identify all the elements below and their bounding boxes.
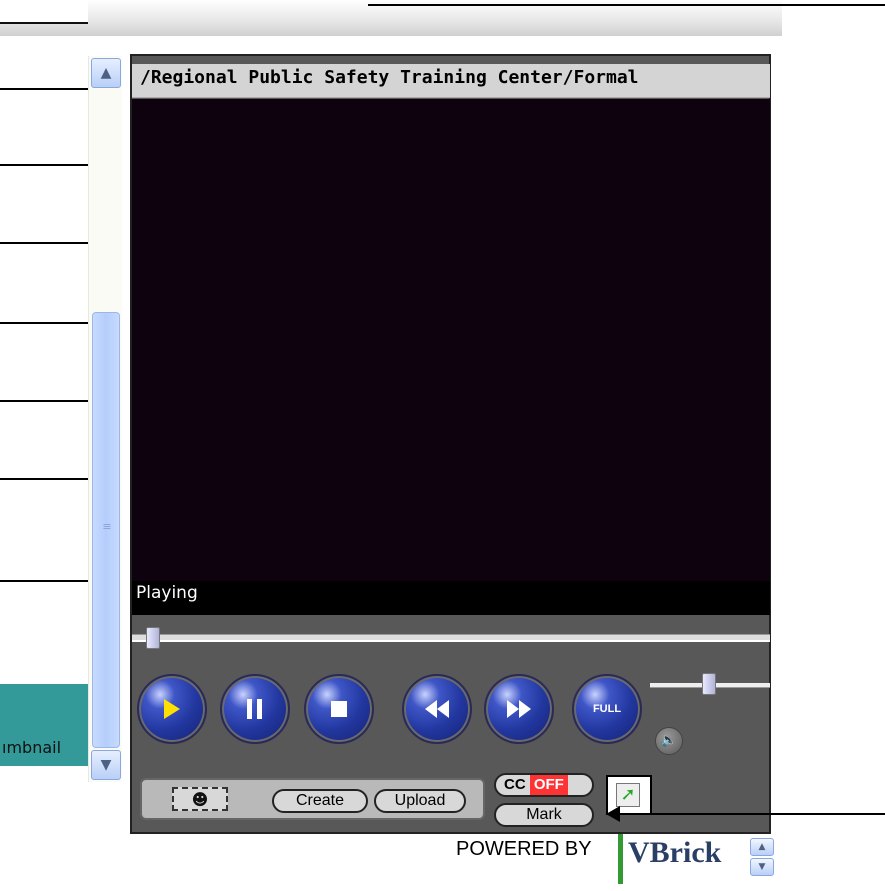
list-divider (0, 322, 88, 324)
list-divider (0, 88, 88, 90)
chevron-up-icon: ▲ (758, 842, 766, 852)
powered-by-label: POWERED BY (456, 838, 592, 860)
speaker-icon[interactable]: 🔈 (655, 727, 683, 755)
seek-handle[interactable] (146, 627, 161, 649)
fast-forward-icon (507, 700, 531, 718)
fullscreen-button[interactable]: FULL (572, 674, 642, 744)
create-button[interactable]: Create (272, 789, 368, 813)
page-scroll[interactable]: ▲ ▼ (750, 838, 776, 878)
brand-bar (618, 834, 623, 884)
fullscreen-label: FULL (592, 703, 622, 715)
brand-logo: VBrick (628, 836, 722, 869)
thumbnail-tab-label: ımbnail (2, 738, 62, 757)
list-divider (0, 164, 88, 166)
seek-bar[interactable] (132, 634, 770, 642)
cc-state-badge: OFF (529, 775, 568, 795)
play-icon (164, 699, 180, 719)
play-button[interactable] (137, 674, 207, 744)
fast-forward-button[interactable] (484, 674, 554, 744)
page-scroll-down-button[interactable]: ▼ (750, 858, 774, 876)
player-status: Playing (132, 581, 770, 615)
list-divider (0, 242, 88, 244)
mark-button[interactable]: Mark (494, 803, 594, 827)
annotation-line-top (368, 4, 885, 6)
pause-icon (247, 699, 262, 719)
cc-label: CC (504, 776, 526, 793)
list-scrollbar[interactable]: ▲ ≡ ▼ (88, 56, 122, 782)
page-scroll-up-button[interactable]: ▲ (750, 838, 774, 856)
player-title: /Regional Public Safety Training Center/… (132, 64, 770, 98)
grip-icon: ≡ (102, 520, 112, 533)
annotation-arrow-head (606, 806, 620, 822)
scroll-down-button[interactable]: ▼ (91, 750, 121, 780)
stop-button[interactable] (304, 674, 374, 744)
chevron-down-icon: ▼ (758, 862, 766, 872)
chevron-up-icon: ▲ (100, 65, 112, 81)
annotation-arrow-line (612, 813, 885, 815)
chevron-down-icon: ▼ (100, 757, 112, 773)
share-arrow-icon: ➚ (616, 783, 640, 807)
top-tab (0, 0, 88, 24)
video-area[interactable] (132, 99, 770, 581)
rewind-icon (425, 700, 449, 718)
list-divider (0, 580, 88, 582)
thumbnail-capture-icon[interactable]: ☻ (172, 787, 228, 811)
stop-icon (331, 701, 347, 717)
pause-button[interactable] (220, 674, 290, 744)
closed-caption-toggle[interactable]: CC OFF (494, 773, 594, 797)
scroll-up-button[interactable]: ▲ (91, 58, 121, 88)
volume-handle[interactable] (701, 673, 716, 695)
list-divider (0, 400, 88, 402)
upload-button[interactable]: Upload (374, 789, 466, 813)
scroll-thumb[interactable]: ≡ (92, 312, 120, 748)
rewind-button[interactable] (402, 674, 472, 744)
list-divider (0, 478, 88, 480)
